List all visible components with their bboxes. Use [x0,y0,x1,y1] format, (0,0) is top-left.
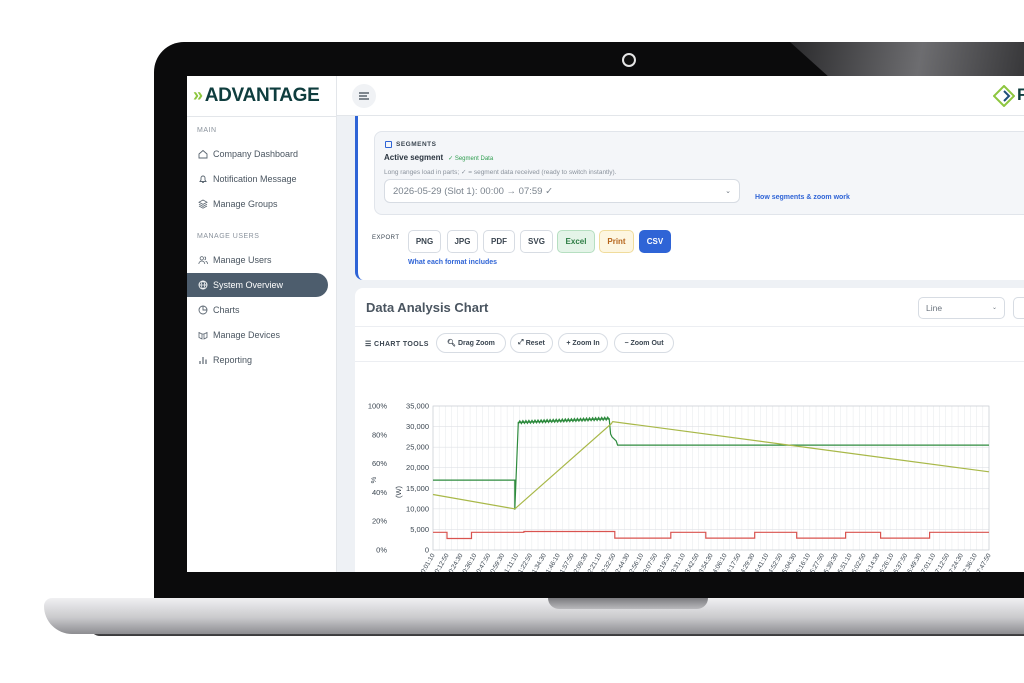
sidebar-item-label: Charts [213,305,240,315]
segments-icon [385,141,392,148]
right-axis-tick-label: 10,000 [406,504,429,513]
hamburger-icon [359,92,369,100]
webcam-icon [622,53,636,67]
users-icon [198,256,208,265]
export-label: EXPORT [372,235,400,241]
app-screen: » ADVANTAGE MAIN Company Dashboard Notifi… [187,76,1024,572]
logo-text: ADVANTAGE [204,85,320,106]
line-chart[interactable]: 35,000 30,000 25,000 20,000 15,000 10,000 5,00… [355,288,1024,573]
segments-panel: SEGMENTS Active segment ✓ Segment Data Lo… [355,116,1024,280]
right-axis-tick-label: 0 [425,546,429,555]
laptop-mockup: » ADVANTAGE MAIN Company Dashboard Notifi… [0,0,1024,683]
export-excel-button[interactable]: Excel [557,230,595,253]
sidebar-item-label: Company Dashboard [213,149,299,159]
segment-select[interactable]: 2026-05-29 (Slot 1): 00:00 → 07:59 ✓ ⌄ [384,179,740,203]
sidebar-item-manage-users[interactable]: Manage Users [187,248,337,272]
left-axis-tick-label: 100% [368,402,388,411]
brand-text: F [1017,85,1024,104]
pie-chart-icon [198,305,208,315]
active-segment-text: Active segment [384,153,444,162]
laptop-base [44,598,1024,634]
export-jpg-button[interactable]: JPG [447,230,478,253]
active-segment-label: Active segment ✓ Segment Data [384,153,493,162]
menu-toggle-button[interactable] [352,84,376,108]
sidebar-item-label: Manage Groups [213,199,278,209]
brand-logo-icon [993,85,1015,107]
globe-icon [198,280,208,290]
devices-icon [198,331,208,340]
sidebar: » ADVANTAGE MAIN Company Dashboard Notifi… [187,76,337,572]
export-csv-button[interactable]: CSV [639,230,671,253]
left-axis-tick-label: 20% [372,517,387,526]
home-icon [198,149,208,159]
segments-help-link[interactable]: How segments & zoom work [755,194,850,201]
segments-title-text: SEGMENTS [396,141,437,148]
right-axis-tick-label: 15,000 [406,484,429,493]
sidebar-item-label: Manage Devices [213,330,281,340]
segments-box: SEGMENTS Active segment ✓ Segment Data Lo… [374,131,1024,215]
left-axis-tick-label: 0% [376,546,387,555]
export-png-button[interactable]: PNG [408,230,441,253]
sidebar-item-reporting[interactable]: Reporting [187,348,337,372]
left-axis-tick-label: 60% [372,459,387,468]
segment-status-badge: ✓ Segment Data [448,156,494,162]
right-axis-tick-label: 5,000 [410,525,429,534]
logo-chevron-icon: » [193,85,203,105]
bell-icon [199,175,207,183]
segments-note: Long ranges load in parts; ✓ = segment d… [384,169,617,176]
app-logo[interactable]: » ADVANTAGE [193,85,320,107]
layers-icon [198,199,208,209]
left-axis-label: % [369,476,378,483]
sidebar-item-company-dashboard[interactable]: Company Dashboard [187,142,337,166]
segment-select-value: 2026-05-29 (Slot 1): 00:00 → 07:59 ✓ [393,185,554,197]
lid-reflection [790,42,1024,78]
sidebar-item-charts[interactable]: Charts [187,298,337,322]
export-svg-button[interactable]: SVG [520,230,553,253]
export-pdf-button[interactable]: PDF [483,230,515,253]
bar-chart-icon [199,357,207,364]
right-axis-tick-label: 35,000 [406,402,429,411]
sidebar-item-label: Manage Users [213,255,272,265]
right-axis-tick-label: 25,000 [406,443,429,452]
chevron-down-icon: ⌄ [725,188,731,195]
sidebar-section-main: MAIN [197,127,217,134]
sidebar-item-manage-devices[interactable]: Manage Devices [187,323,337,347]
sidebar-item-label: Reporting [213,355,253,365]
right-axis-label: (W) [394,485,403,498]
topbar: F [337,76,1024,116]
sidebar-item-notification-message[interactable]: Notification Message [187,167,337,191]
segments-title: SEGMENTS [385,141,436,148]
sidebar-item-system-overview[interactable]: System Overview [187,273,328,297]
export-help-link[interactable]: What each format includes [408,259,497,266]
sidebar-divider [187,116,337,117]
left-axis-tick-label: 40% [372,488,387,497]
sidebar-item-label: Notification Message [213,174,297,184]
right-axis-tick-label: 30,000 [406,422,429,431]
chart-panel: Data Analysis Chart Line ⌄ ☰ CHART TOOLS … [355,288,1024,572]
left-axis-tick-label: 80% [372,430,387,439]
laptop-notch [548,598,708,609]
export-print-button[interactable]: Print [599,230,634,253]
sidebar-item-label: System Overview [213,280,284,290]
sidebar-section-manage-users: MANAGE USERS [197,233,260,240]
sidebar-item-manage-groups[interactable]: Manage Groups [187,192,337,216]
right-axis-tick-label: 20,000 [406,463,429,472]
